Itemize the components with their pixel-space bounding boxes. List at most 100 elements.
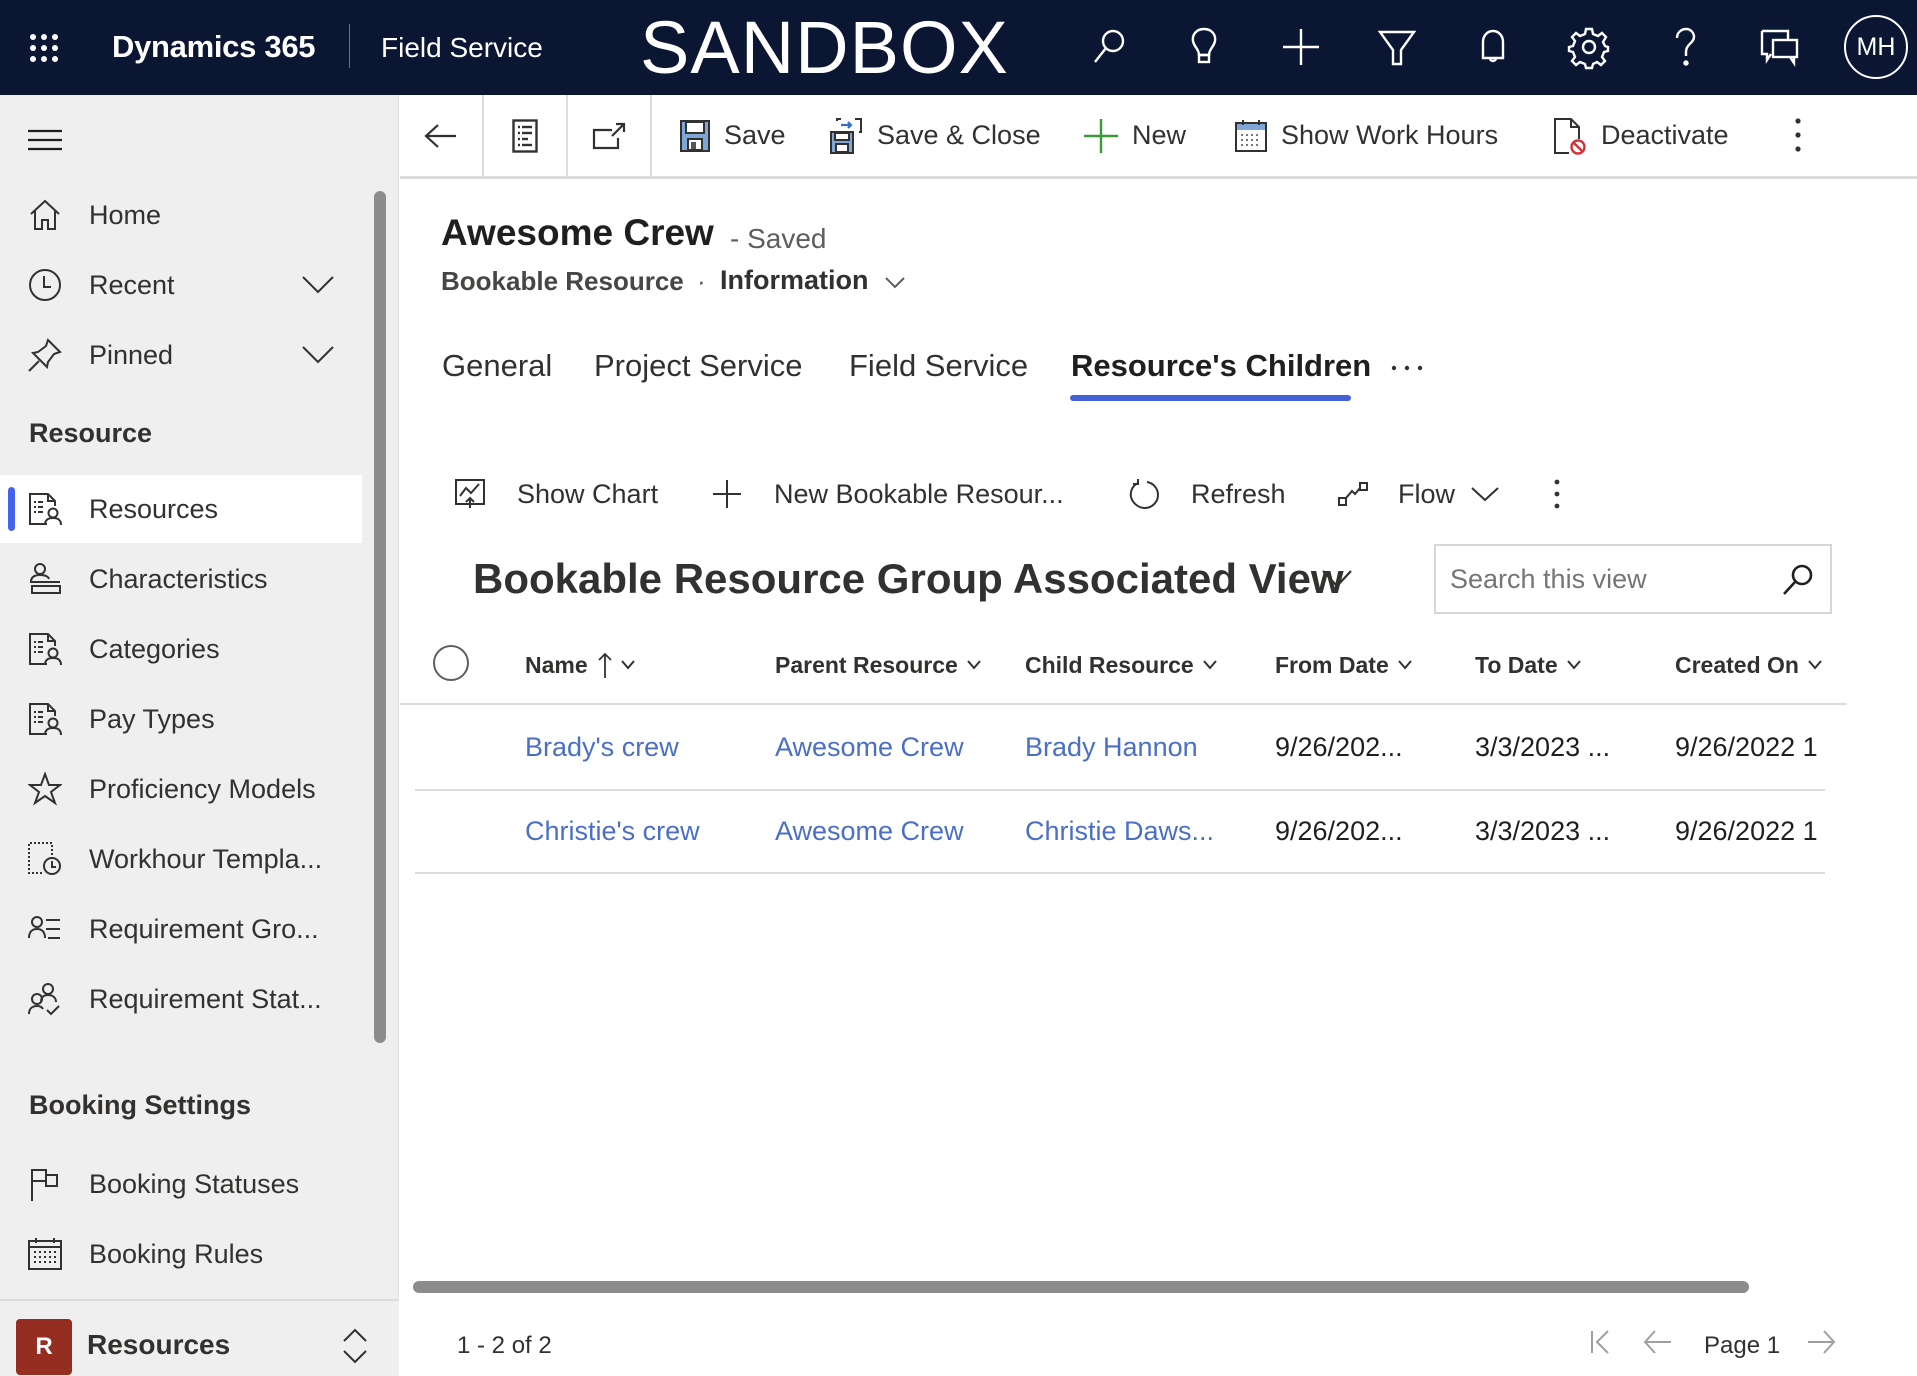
show-work-hours-button[interactable]: Show Work Hours [1235,95,1498,176]
chevron-down-icon [1471,487,1499,502]
sidebar-item-pinned[interactable]: Pinned [0,321,362,389]
sort-ascending-icon [598,652,612,678]
chevron-down-icon[interactable] [302,345,334,365]
column-header-to-date[interactable]: To Date [1475,648,1582,682]
refresh-button[interactable]: Refresh [1129,472,1286,516]
record-title: Awesome Crew [441,212,714,253]
cell-child-resource[interactable]: Christie Daws... [1025,816,1214,847]
new-record-button[interactable]: New [1084,95,1186,176]
brand-name[interactable]: Dynamics 365 [112,29,316,65]
column-header-label: Parent Resource [775,651,958,678]
sidebar-item-proficiency-models[interactable]: Proficiency Models [0,755,362,823]
plus-icon [713,480,741,508]
bell-icon[interactable] [1470,24,1516,70]
first-page-button[interactable] [1588,1328,1614,1356]
chevron-down-icon[interactable] [885,276,905,290]
new-bookable-resource-group-button[interactable]: New Bookable Resour... [712,472,1064,516]
sidebar-item-workhour-templates[interactable]: Workhour Templa... [0,825,362,893]
gear-icon[interactable] [1566,24,1612,70]
tab-general[interactable]: General [442,348,552,384]
tab-project-service[interactable]: Project Service [594,348,802,384]
subgrid-more-commands-icon[interactable] [1545,472,1569,516]
chevron-down-icon[interactable] [1322,568,1352,590]
cell-child-resource[interactable]: Brady Hannon [1025,732,1198,763]
active-indicator [8,487,15,531]
search-icon[interactable] [1780,562,1816,598]
chat-icon[interactable] [1757,24,1803,70]
chevron-down-icon[interactable] [302,275,334,295]
filter-icon[interactable] [1374,24,1420,70]
sidebar-item-pay-types[interactable]: Pay Types [0,685,362,753]
column-header-label: To Date [1475,651,1558,678]
record-count: 1 - 2 of 2 [457,1332,552,1359]
area-switcher[interactable]: R Resources [0,1299,399,1376]
save-close-icon [830,117,862,154]
sidebar-item-categories[interactable]: Categories [0,615,362,683]
cell-to-date: 3/3/2023 ... [1475,816,1611,846]
save-button[interactable]: Save [680,95,786,176]
column-header-name[interactable]: Name [525,648,636,682]
column-header-label: Created On [1675,651,1799,678]
cell-parent-resource[interactable]: Awesome Crew [775,732,964,763]
horizontal-scrollbar[interactable] [413,1281,1749,1293]
select-all-checkbox[interactable] [433,645,469,681]
hamburger-menu-icon[interactable] [28,129,62,151]
chevron-up-down-icon[interactable] [342,1327,368,1365]
sidebar-item-requirement-statuses[interactable]: Requirement Stat... [0,965,362,1033]
sidebar-item-recent[interactable]: Recent [0,251,362,319]
flow-button[interactable]: Flow [1338,472,1499,516]
first-page-icon [1591,1330,1609,1354]
sidebar-scrollbar[interactable] [374,191,386,1043]
sidebar-item-label: Requirement Stat... [89,983,322,1014]
back-button[interactable] [400,95,484,176]
chart-icon [455,479,485,508]
app-name[interactable]: Field Service [381,32,543,64]
search-input[interactable] [1450,558,1770,600]
sidebar-item-label: Pinned [89,339,174,370]
search-icon[interactable] [1086,24,1132,70]
cell-parent-resource[interactable]: Awesome Crew [775,816,964,847]
cell-name[interactable]: Brady's crew [525,732,679,763]
cell-created-on: 9/26/2022 1 [1675,732,1818,762]
open-in-new-window-button[interactable] [568,95,652,176]
sidebar-item-resources[interactable]: Resources [0,475,362,543]
home-icon [28,198,62,232]
form-list-icon [512,118,538,153]
lightbulb-icon[interactable] [1181,24,1227,70]
column-header-from-date[interactable]: From Date [1275,648,1413,682]
plus-icon[interactable] [1278,24,1324,70]
more-tabs-icon[interactable] [1390,358,1424,378]
form-selector[interactable]: Information [720,265,869,296]
active-tab-indicator [1070,395,1351,401]
sidebar-item-requirement-groups[interactable]: Requirement Gro... [0,895,362,963]
sidebar-item-label: Recent [89,269,175,300]
sidebar-item-booking-statuses[interactable]: Booking Statuses [0,1150,362,1218]
previous-page-button[interactable] [1643,1328,1673,1356]
save-and-close-button[interactable]: Save & Close [829,95,1041,176]
user-avatar[interactable]: MH [1844,15,1908,79]
sidebar-item-booking-rules[interactable]: Booking Rules [0,1220,362,1288]
help-icon[interactable] [1662,24,1708,70]
chevron-down-icon [620,660,635,670]
column-header-child-resource[interactable]: Child Resource [1025,648,1218,682]
app-launcher-icon[interactable] [28,32,60,64]
show-chart-button[interactable]: Show Chart [455,472,658,516]
column-header-created-on[interactable]: Created On [1675,648,1823,682]
cell-name[interactable]: Christie's crew [525,816,700,847]
sidebar-item-characteristics[interactable]: Characteristics [0,545,362,613]
deactivate-button[interactable]: Deactivate [1553,95,1729,176]
pop-out-icon [592,122,626,149]
tab-field-service[interactable]: Field Service [849,348,1028,384]
sidebar-item-home[interactable]: Home [0,181,362,249]
arrow-right-icon [1808,1330,1836,1354]
flag-icon [28,1167,62,1201]
show-work-hours-label: Show Work Hours [1281,120,1499,150]
next-page-button[interactable] [1806,1328,1836,1356]
form-selector-button[interactable] [484,95,568,176]
star-icon [28,772,62,806]
tab-resources-children[interactable]: Resource's Children [1071,348,1371,384]
sidebar-item-label: Proficiency Models [89,773,316,804]
column-header-parent-resource[interactable]: Parent Resource [775,648,982,682]
view-selector[interactable]: Bookable Resource Group Associated View [473,555,1344,603]
more-commands-icon[interactable] [1780,115,1816,155]
